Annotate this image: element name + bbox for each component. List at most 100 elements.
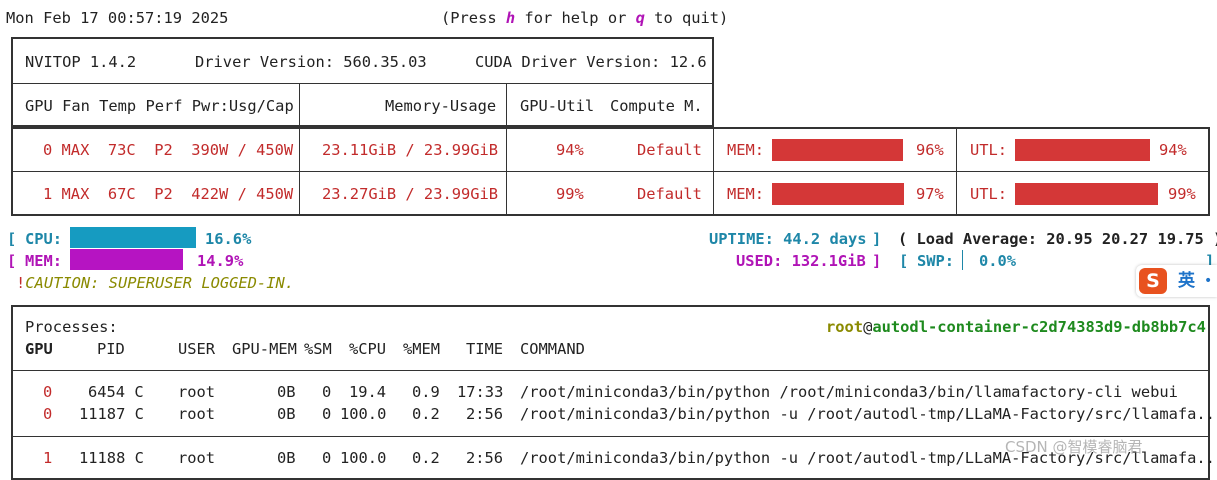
cuda-version: CUDA Driver Version: 12.6 [475, 53, 707, 71]
clock-timestamp: Mon Feb 17 00:57:19 2025 [6, 9, 229, 27]
gpu-compute-mode: Default [637, 185, 702, 203]
gpu-col-sep-2 [506, 127, 507, 216]
col-user: USER [178, 340, 216, 358]
caution-mark: ! [16, 274, 26, 292]
proc-cpu: 100.0 [340, 449, 387, 467]
proc-gpu-mem: 0B [277, 405, 296, 423]
cpu-label: CPU: [25, 230, 63, 248]
cpu-pct: 16.6% [205, 230, 252, 248]
mem-bar-pct: 96% [916, 141, 944, 159]
proc-cpu: 100.0 [340, 405, 387, 423]
proc-pid: 11188 C [79, 449, 144, 467]
mem-bar [772, 139, 903, 161]
ime-logo-icon[interactable]: S [1139, 268, 1167, 294]
col-util-header: GPU-Util [520, 97, 595, 115]
proc-sm: 0 [322, 383, 332, 401]
proc-gpu: 1 [43, 449, 53, 467]
utl-bar [1015, 183, 1158, 205]
host-user: root [826, 318, 864, 336]
col-time: TIME [466, 340, 504, 358]
processes-title: Processes: [25, 318, 118, 336]
proc-command: /root/miniconda3/bin/python -u /root/aut… [520, 405, 1215, 423]
proc-gpu-mem: 0B [277, 449, 296, 467]
host-name: autodl-container-c2d74383d9-db8bb7c4 [872, 318, 1206, 336]
gpu-col-sep-1 [299, 127, 300, 216]
col-command: COMMAND [520, 340, 585, 358]
host-mem-pct: 14.9% [197, 252, 244, 270]
driver-version: Driver Version: 560.35.03 [195, 53, 427, 71]
utl-bar-pct: 99% [1168, 185, 1196, 203]
csdn-watermark: CSDN @智模睿脑君 [1005, 438, 1143, 456]
mem-bar-label: MEM: [727, 141, 765, 159]
cpu-bar [70, 227, 196, 248]
app-version: NVITOP 1.4.2 [25, 53, 137, 71]
proc-gpu: 0 [43, 383, 53, 401]
proc-gpu: 0 [43, 405, 53, 423]
gpu-compute-mode: Default [637, 141, 702, 159]
proc-gpu-mem: 0B [277, 383, 296, 401]
uptime: UPTIME: 44.2 days [709, 230, 867, 248]
mem-bar [772, 183, 904, 205]
col-cpu: %CPU [349, 340, 387, 358]
proc-mem: 0.9 [412, 383, 440, 401]
gpu-memory-usage: 23.11GiB / 23.99GiB [322, 141, 499, 159]
col-pid: PID [97, 340, 125, 358]
col-gpu-header: GPU Fan Temp Perf Pwr:Usg/Cap [25, 97, 294, 115]
caution-text: CAUTION: SUPERUSER LOGGED-IN. [25, 274, 294, 292]
proc-cpu: 19.4 [349, 383, 387, 401]
col-gpu-mem: GPU-MEM [232, 340, 297, 358]
gpu-col-sep-3 [713, 127, 714, 216]
gpu-memory-usage: 23.27GiB / 23.99GiB [322, 185, 499, 203]
mem-bar-pct: 97% [916, 185, 944, 203]
header-col-sep-1 [299, 83, 300, 127]
utl-bar-pct: 94% [1159, 141, 1187, 159]
mem-bracket-open: [ [7, 252, 17, 270]
col-gpu: GPU [25, 340, 53, 358]
proc-mem: 0.2 [412, 405, 440, 423]
host-mem-label: MEM: [25, 252, 63, 270]
col-compute-header: Compute M. [610, 97, 703, 115]
cpu-bracket-open: [ [7, 230, 17, 248]
quit-key[interactable]: q [636, 9, 645, 27]
col-sm: %SM [304, 340, 332, 358]
host-mem-bar [70, 249, 183, 270]
processes-header-divider [11, 370, 1210, 371]
swp-pct: 0.0% [979, 252, 1017, 270]
proc-time: 2:56 [466, 405, 504, 423]
load-average: ( Load Average: 20.95 20.27 19.75 ) [898, 230, 1217, 248]
proc-pid: 6454 C [88, 383, 144, 401]
proc-mem: 0.2 [412, 449, 440, 467]
proc-user: root [178, 383, 216, 401]
host-identity: root@autodl-container-c2d74383d9-db8bb7c… [826, 318, 1206, 336]
gpu-util: 99% [556, 185, 584, 203]
help-hint: (Press h for help or q to quit) [441, 9, 729, 27]
mem-bracket-close: ] [872, 252, 882, 270]
utl-bar-label: UTL: [970, 141, 1008, 159]
gpu-col-sep-4 [956, 127, 957, 216]
swp-bar [962, 250, 963, 270]
header-col-sep-2 [506, 83, 507, 127]
ime-lang-toggle[interactable]: 英 [1178, 269, 1195, 293]
proc-sm: 0 [322, 405, 332, 423]
swp-bracket-open: [ [899, 252, 909, 270]
caution-banner: !CAUTION: SUPERUSER LOGGED-IN. [16, 272, 294, 294]
mem-bar-label: MEM: [727, 185, 765, 203]
proc-command: /root/miniconda3/bin/python /root/minico… [520, 383, 1178, 401]
utl-bar-label: UTL: [970, 185, 1008, 203]
uptime-bracket-close: ] [872, 230, 882, 248]
ime-punct-icon[interactable]: • [1204, 269, 1212, 293]
proc-time: 2:56 [466, 449, 504, 467]
gpu-util: 94% [556, 141, 584, 159]
utl-bar [1015, 139, 1150, 161]
header-divider [11, 83, 714, 84]
gpu-info: 0 MAX 73C P2 390W / 450W [43, 141, 294, 159]
proc-user: root [178, 449, 216, 467]
help-key[interactable]: h [506, 9, 515, 27]
ime-toolbar[interactable]: S 英 • [1136, 265, 1217, 297]
proc-user: root [178, 405, 216, 423]
gpu-row-divider [11, 171, 1210, 172]
col-memory-header: Memory-Usage [385, 97, 497, 115]
swp-label: SWP: [917, 252, 955, 270]
proc-pid: 11187 C [79, 405, 144, 423]
gpu-info: 1 MAX 67C P2 422W / 450W [43, 185, 294, 203]
